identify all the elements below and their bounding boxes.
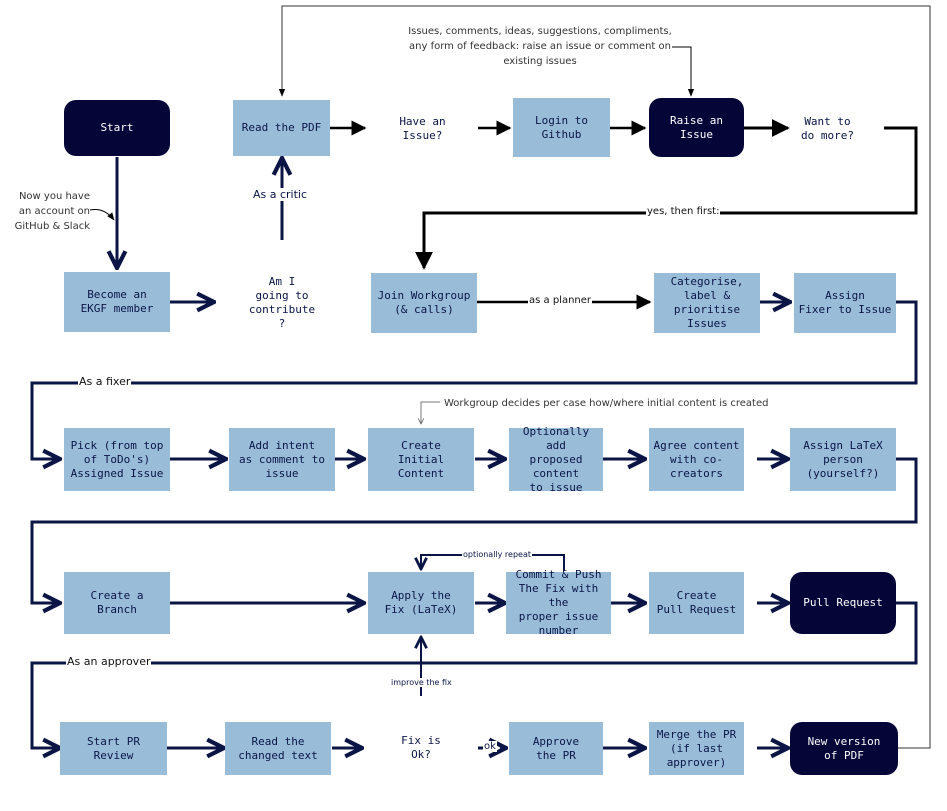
note-workgroup-connector [421,401,440,424]
note-feedback: Issues, comments, ideas, suggestions, co… [408,26,672,67]
node-want-more-label: Want to do more? [801,114,854,142]
node-start-review[interactable]: Start PR Review [60,722,167,775]
node-agree-content-label: Agree content with co-creators [653,438,740,480]
edge-label-ok: ok [483,741,497,752]
node-create-pr[interactable]: Create Pull Request [649,572,744,634]
node-assign-latex[interactable]: Assign LaTeX person (yourself?) [790,428,896,491]
node-contribute[interactable]: Am I going to contribute ? [216,240,348,365]
node-categorise[interactable]: Categorise, label & prioritise Issues [654,273,760,333]
edge-label-as-fixer: As a fixer [78,375,132,388]
node-pick-issue-label: Pick (from top of ToDo's) Assigned Issue [70,438,164,480]
node-merge-pr[interactable]: Merge the PR (if last approver) [649,722,744,775]
node-have-issue[interactable]: Have an Issue? [366,75,479,182]
node-create-branch-label: Create a Branch [90,589,144,616]
node-pick-issue[interactable]: Pick (from top of ToDo's) Assigned Issue [64,428,170,491]
node-start[interactable]: Start [64,100,170,156]
node-login-github[interactable]: Login to Github [513,98,610,157]
node-become-member[interactable]: Become an EKGF member [64,272,170,332]
node-start-label: Start [100,121,134,134]
node-optionally-add[interactable]: Optionally add proposed content to issue [509,425,603,494]
node-raise-issue-label: Raise an Issue [670,113,723,141]
node-new-version-label: New version of PDF [807,734,881,762]
note-account: Now you have an account on GitHub & Slac… [14,191,90,232]
node-add-intent-label: Add intent as comment to issue [238,438,326,480]
edge-label-optionally-repeat: optionally repeat [462,550,532,559]
note-workgroup-decides: Workgroup decides per case how/where ini… [444,398,769,409]
node-have-issue-label: Have an Issue? [399,114,446,142]
node-login-github-label: Login to Github [535,113,588,141]
node-want-more[interactable]: Want to do more? [772,75,883,182]
node-pull-request[interactable]: Pull Request [790,572,896,634]
node-optionally-add-label: Optionally add proposed content to issue [522,424,590,494]
edge-label-as-planner: as a planner [528,295,593,306]
node-agree-content[interactable]: Agree content with co-creators [649,428,744,491]
edge-label-as-approver: As an approver [66,655,152,668]
node-approve-pr-label: Approve the PR [532,734,580,762]
node-read-pdf-label: Read the PDF [241,121,322,134]
node-become-member-label: Become an EKGF member [80,288,154,315]
node-commit-push[interactable]: Commit & Push The Fix with the proper is… [506,568,611,637]
node-create-content-label: Create Initial Content [397,438,445,480]
node-raise-issue[interactable]: Raise an Issue [649,98,744,157]
node-read-changed-label: Read the changed text [238,734,318,762]
edge-label-as-critic: As a critic [252,188,309,201]
node-commit-push-label: Commit & Push The Fix with the proper is… [515,568,602,637]
node-apply-fix-label: Apply the Fix (LaTeX) [384,589,458,616]
node-fix-ok-label: Fix is Ok? [401,734,441,761]
note-account-connector [89,209,115,221]
node-assign-fixer-label: Assign Fixer to Issue [798,289,892,316]
node-create-pr-label: Create Pull Request [656,589,737,616]
node-read-changed[interactable]: Read the changed text [225,722,331,775]
node-join-workgroup-label: Join Workgroup (& calls) [377,289,471,316]
node-create-branch[interactable]: Create a Branch [64,572,170,634]
node-new-version[interactable]: New version of PDF [790,722,898,775]
node-add-intent[interactable]: Add intent as comment to issue [229,428,335,491]
node-join-workgroup[interactable]: Join Workgroup (& calls) [371,273,477,333]
node-apply-fix[interactable]: Apply the Fix (LaTeX) [368,572,474,634]
node-read-pdf[interactable]: Read the PDF [233,100,330,156]
node-create-content[interactable]: Create Initial Content [368,428,474,491]
node-contribute-label: Am I going to contribute ? [248,274,316,330]
node-fix-ok[interactable]: Fix is Ok? [363,695,479,801]
edge-label-yes-then-first: yes, then first: [646,206,721,217]
edge-label-improve-fix: improve the fix [390,678,453,687]
node-assign-fixer[interactable]: Assign Fixer to Issue [794,273,896,333]
node-merge-pr-label: Merge the PR (if last approver) [656,727,737,769]
node-categorise-label: Categorise, label & prioritise Issues [670,275,744,330]
node-start-review-label: Start PR Review [87,734,140,762]
node-pull-request-label: Pull Request [803,596,883,609]
node-assign-latex-label: Assign LaTeX person (yourself?) [803,438,883,480]
node-approve-pr[interactable]: Approve the PR [509,722,603,775]
